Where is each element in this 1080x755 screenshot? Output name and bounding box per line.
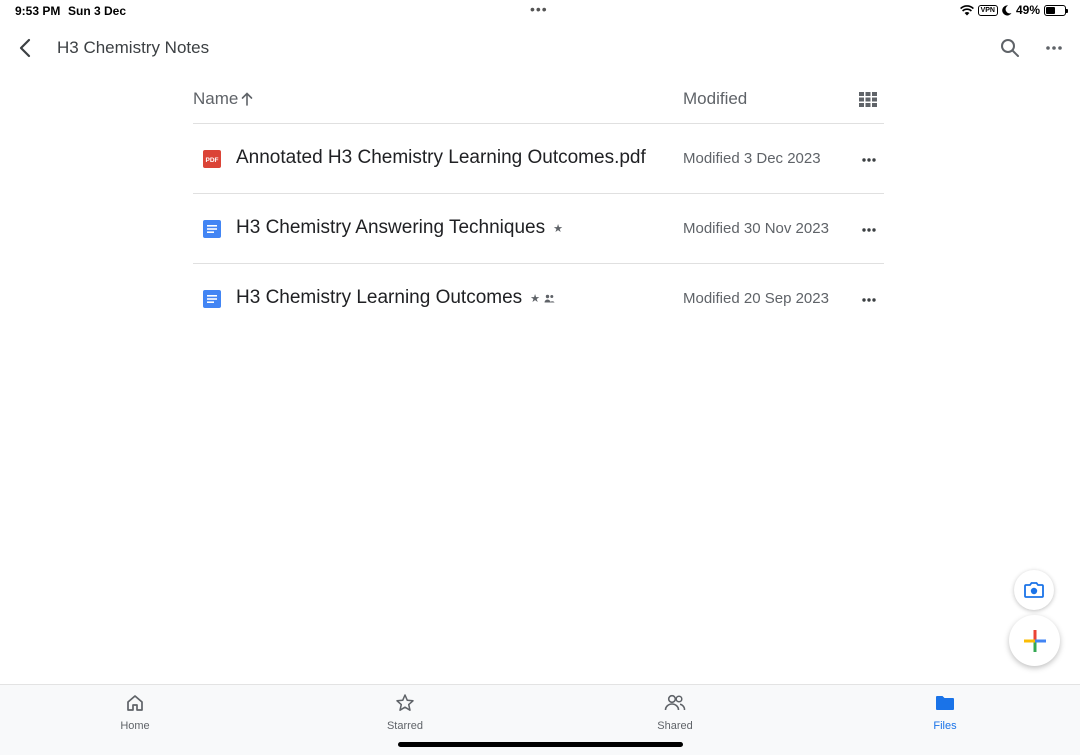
folder-icon bbox=[936, 696, 954, 710]
grid-view-button[interactable] bbox=[859, 91, 877, 107]
status-date: Sun 3 Dec bbox=[68, 4, 127, 18]
vpn-badge: VPN bbox=[977, 4, 998, 16]
back-button[interactable] bbox=[14, 36, 38, 60]
doc-file-icon bbox=[203, 290, 221, 308]
file-more-button[interactable] bbox=[857, 218, 881, 242]
file-name: Annotated H3 Chemistry Learning Outcomes… bbox=[236, 147, 646, 169]
doc-file-icon bbox=[203, 220, 221, 238]
page-title: H3 Chemistry Notes bbox=[57, 38, 210, 57]
file-name: H3 Chemistry Learning Outcomes ★ bbox=[236, 287, 555, 309]
file-name-text: Annotated H3 Chemistry Learning Outcomes… bbox=[236, 147, 646, 168]
file-modified-date: Modified 3 Dec 2023 bbox=[683, 150, 821, 167]
status-bar: 9:53 PM Sun 3 Dec ••• VPN 49% bbox=[0, 0, 1080, 22]
plus-icon bbox=[1023, 629, 1046, 652]
wifi-icon bbox=[959, 4, 974, 15]
camera-icon bbox=[1024, 582, 1044, 598]
status-indicators: VPN 49% bbox=[959, 3, 1068, 17]
nav-files-label: Files bbox=[933, 720, 957, 732]
sort-by-name-button[interactable]: Name bbox=[193, 89, 254, 109]
arrow-up-icon bbox=[242, 92, 253, 106]
shared-people-icon bbox=[544, 294, 555, 302]
nav-starred-label: Starred bbox=[386, 720, 424, 732]
home-indicator[interactable] bbox=[398, 742, 683, 747]
battery-percent: 49% bbox=[1015, 3, 1040, 17]
nav-starred[interactable]: Starred bbox=[345, 693, 465, 734]
nav-home-label: Home bbox=[120, 720, 150, 732]
search-icon bbox=[1001, 39, 1019, 57]
file-name: H3 Chemistry Answering Techniques ★ bbox=[236, 217, 563, 239]
chevron-left-icon bbox=[19, 38, 31, 58]
list-header: Name Modified bbox=[193, 74, 884, 124]
more-horizontal-icon bbox=[862, 228, 876, 232]
multitask-dots[interactable]: ••• bbox=[530, 1, 548, 17]
file-modified-date: Modified 30 Nov 2023 bbox=[683, 220, 829, 237]
modified-column-label[interactable]: Modified bbox=[683, 89, 747, 109]
more-options-button[interactable] bbox=[1042, 36, 1066, 60]
more-horizontal-icon bbox=[1046, 46, 1062, 50]
moon-icon bbox=[1002, 4, 1012, 15]
file-modified-date: Modified 20 Sep 2023 bbox=[683, 290, 829, 307]
status-time: 9:53 PM bbox=[15, 4, 61, 18]
name-column-label: Name bbox=[193, 89, 239, 108]
file-name-text: H3 Chemistry Learning Outcomes bbox=[236, 287, 523, 308]
nav-home[interactable]: Home bbox=[75, 693, 195, 734]
file-name-text: H3 Chemistry Answering Techniques bbox=[236, 217, 546, 238]
people-icon bbox=[664, 694, 686, 711]
top-app-bar: H3 Chemistry Notes bbox=[0, 28, 1080, 68]
file-row[interactable]: H3 Chemistry Answering Techniques ★ Modi… bbox=[193, 194, 884, 264]
search-button[interactable] bbox=[998, 36, 1022, 60]
pdf-label: PDF bbox=[206, 157, 219, 164]
battery-icon bbox=[1044, 4, 1068, 16]
file-list: Name Modified PDF Annotated H3 Chemistry… bbox=[193, 74, 884, 334]
new-item-button[interactable] bbox=[1009, 615, 1060, 666]
nav-files[interactable]: Files bbox=[885, 693, 1005, 734]
star-icon: ★ bbox=[530, 292, 541, 305]
file-row[interactable]: PDF Annotated H3 Chemistry Learning Outc… bbox=[193, 124, 884, 194]
scan-camera-button[interactable] bbox=[1014, 570, 1054, 610]
more-horizontal-icon bbox=[862, 158, 876, 162]
file-more-button[interactable] bbox=[857, 288, 881, 312]
more-horizontal-icon bbox=[862, 298, 876, 302]
grid-view-icon bbox=[859, 92, 877, 107]
file-row[interactable]: H3 Chemistry Learning Outcomes ★ Modifie… bbox=[193, 264, 884, 334]
star-icon: ★ bbox=[553, 222, 563, 235]
nav-shared[interactable]: Shared bbox=[615, 693, 735, 734]
pdf-file-icon: PDF bbox=[203, 150, 221, 168]
nav-shared-label: Shared bbox=[657, 720, 693, 732]
home-icon bbox=[127, 695, 143, 711]
file-more-button[interactable] bbox=[857, 148, 881, 172]
star-icon bbox=[396, 694, 414, 711]
